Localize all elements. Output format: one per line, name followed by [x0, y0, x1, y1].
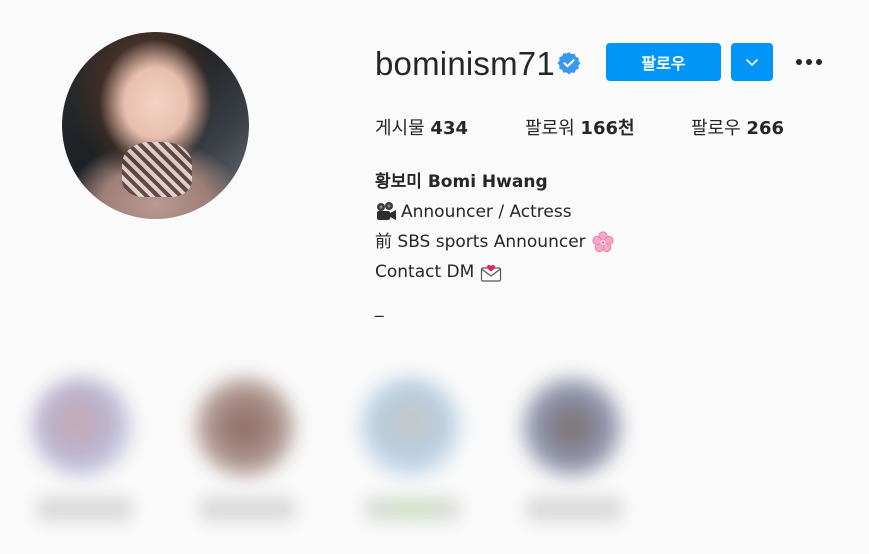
bio-full-name: 황보미 Bomi Hwang	[375, 172, 548, 192]
chevron-down-icon	[746, 59, 758, 66]
avatar-scarf-detail	[122, 142, 192, 197]
highlight-cover	[32, 377, 132, 477]
bio-line-contact: Contact DM	[375, 257, 614, 287]
bio-trailing-dash: _	[375, 298, 384, 318]
followers-count[interactable]: 팔로워 166천	[525, 116, 635, 142]
highlight-label-blurred	[200, 497, 295, 521]
bio-contact-text: Contact DM	[375, 262, 475, 282]
profile-username: bominism71	[375, 45, 555, 82]
love-letter-icon	[481, 264, 502, 282]
highlight-label-blurred	[527, 497, 622, 521]
following-label: 팔로우	[691, 118, 741, 139]
posts-count: 게시물 434	[375, 116, 468, 142]
highlight-label-blurred	[365, 497, 460, 521]
highlight-label-blurred	[37, 497, 132, 521]
more-options-icon	[796, 59, 822, 65]
followers-label: 팔로워	[525, 118, 575, 139]
profile-bio: 황보미 Bomi Hwang Announcer / Actress 前 SBS…	[375, 167, 614, 323]
highlight-cover	[522, 377, 622, 477]
highlight-cover	[360, 377, 460, 477]
following-count[interactable]: 팔로우 266	[691, 116, 784, 142]
movie-camera-icon	[377, 202, 396, 220]
posts-value: 434	[430, 118, 468, 139]
following-value: 266	[746, 118, 784, 139]
cherry-blossom-icon	[592, 231, 614, 253]
story-highlight[interactable]	[190, 372, 300, 542]
bio-former-role-text: 前 SBS sports Announcer	[375, 232, 586, 252]
bio-line-former-role: 前 SBS sports Announcer	[375, 227, 614, 257]
story-highlight[interactable]	[355, 372, 465, 542]
story-highlight[interactable]	[27, 372, 137, 542]
highlight-cover	[195, 377, 295, 477]
more-options-button[interactable]	[793, 50, 825, 74]
bio-line-occupation: Announcer / Actress	[375, 197, 614, 227]
bio-occupation-text: Announcer / Actress	[401, 202, 572, 222]
follow-button[interactable]: 팔로우	[606, 43, 721, 81]
suggested-dropdown-button[interactable]	[731, 43, 773, 81]
verified-badge-icon	[557, 52, 581, 75]
posts-label: 게시물	[375, 118, 425, 139]
profile-avatar[interactable]	[62, 32, 249, 219]
profile-page: bominism71 팔로우 게시물 434 팔로워 166천 팔로우 266 …	[0, 0, 869, 554]
followers-value: 166천	[580, 118, 635, 139]
story-highlight[interactable]	[517, 372, 627, 542]
